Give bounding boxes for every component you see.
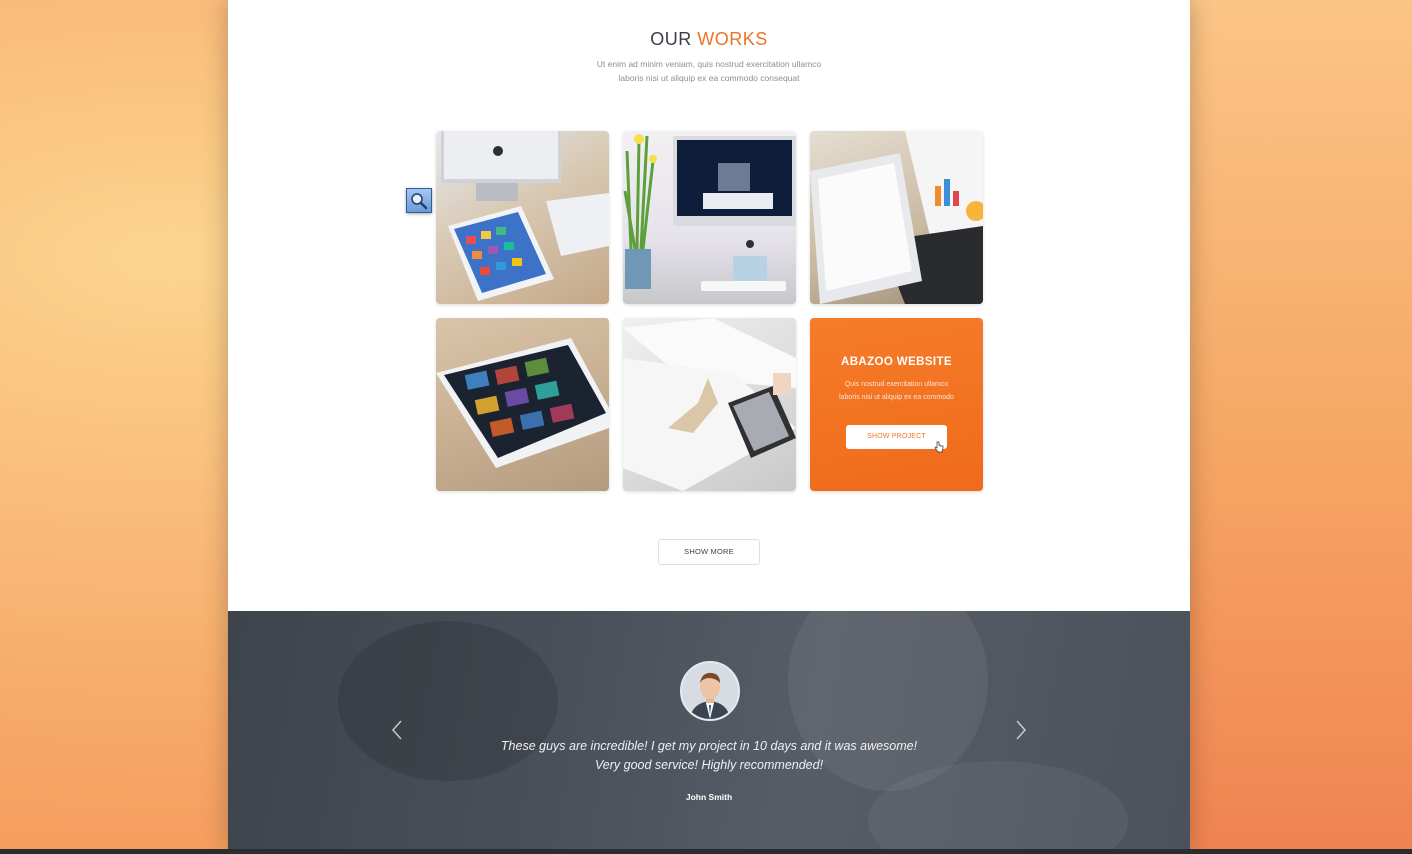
section-title: OUR WORKS — [228, 29, 1190, 50]
avatar-portrait — [682, 663, 738, 719]
portfolio-image-1 — [441, 131, 609, 301]
subtitle-line-2: laboris nisi ut aliquip ex ea commodo co… — [618, 73, 800, 83]
show-project-button[interactable]: SHOW PROJECT — [846, 425, 947, 449]
title-part-2: WORKS — [697, 29, 768, 49]
testimonial-section: These guys are incredible! I get my proj… — [228, 611, 1190, 849]
testimonial-quote: These guys are incredible! I get my proj… — [409, 737, 1009, 775]
portfolio-item-hover-card[interactable]: ABAZOO WEBSITE Quis nostrud exercitation… — [810, 318, 983, 491]
zoom-tool-button[interactable] — [406, 188, 432, 213]
portfolio-item-1[interactable] — [436, 131, 609, 304]
chevron-left-icon[interactable] — [390, 719, 404, 741]
card-text-line-1: Quis nostrud exercitation ullamco — [844, 381, 949, 388]
title-part-1: OUR — [650, 29, 692, 49]
avatar — [680, 661, 740, 721]
portfolio-image-4 — [436, 338, 609, 468]
portfolio-item-3[interactable] — [810, 131, 983, 304]
portfolio-image-5 — [623, 318, 796, 491]
card-title: ABAZOO WEBSITE — [840, 356, 952, 368]
testimonial-author: John Smith — [685, 792, 733, 802]
zoom-tool-icon — [411, 193, 428, 210]
portfolio-item-5[interactable] — [623, 318, 796, 491]
portfolio-item-2[interactable] — [623, 131, 796, 304]
subtitle-line-1: Ut enim ad minim veniam, quis nostrud ex… — [596, 59, 822, 69]
quote-line-2: Very good service! Highly recommended! — [594, 758, 824, 772]
portfolio-item-4[interactable] — [436, 318, 609, 491]
portfolio-image-3 — [810, 131, 983, 304]
background-right — [1190, 0, 1412, 854]
show-more-button[interactable]: SHOW MORE — [658, 539, 760, 565]
cursor-icon — [934, 441, 944, 453]
bottom-bar — [0, 849, 1412, 854]
card-text-line-2: laboris nisi ut aliquip ex ea commodo — [839, 393, 954, 401]
card-text: Quis nostrud exercitation ullamco labori… — [828, 379, 965, 404]
portfolio-image-2 — [623, 134, 796, 291]
section-subtitle: Ut enim ad minim veniam, quis nostrud ex… — [559, 57, 859, 85]
page-container: OUR WORKS Ut enim ad minim veniam, quis … — [228, 0, 1190, 849]
chevron-right-icon[interactable] — [1014, 719, 1028, 741]
quote-line-1: These guys are incredible! I get my proj… — [500, 739, 918, 753]
